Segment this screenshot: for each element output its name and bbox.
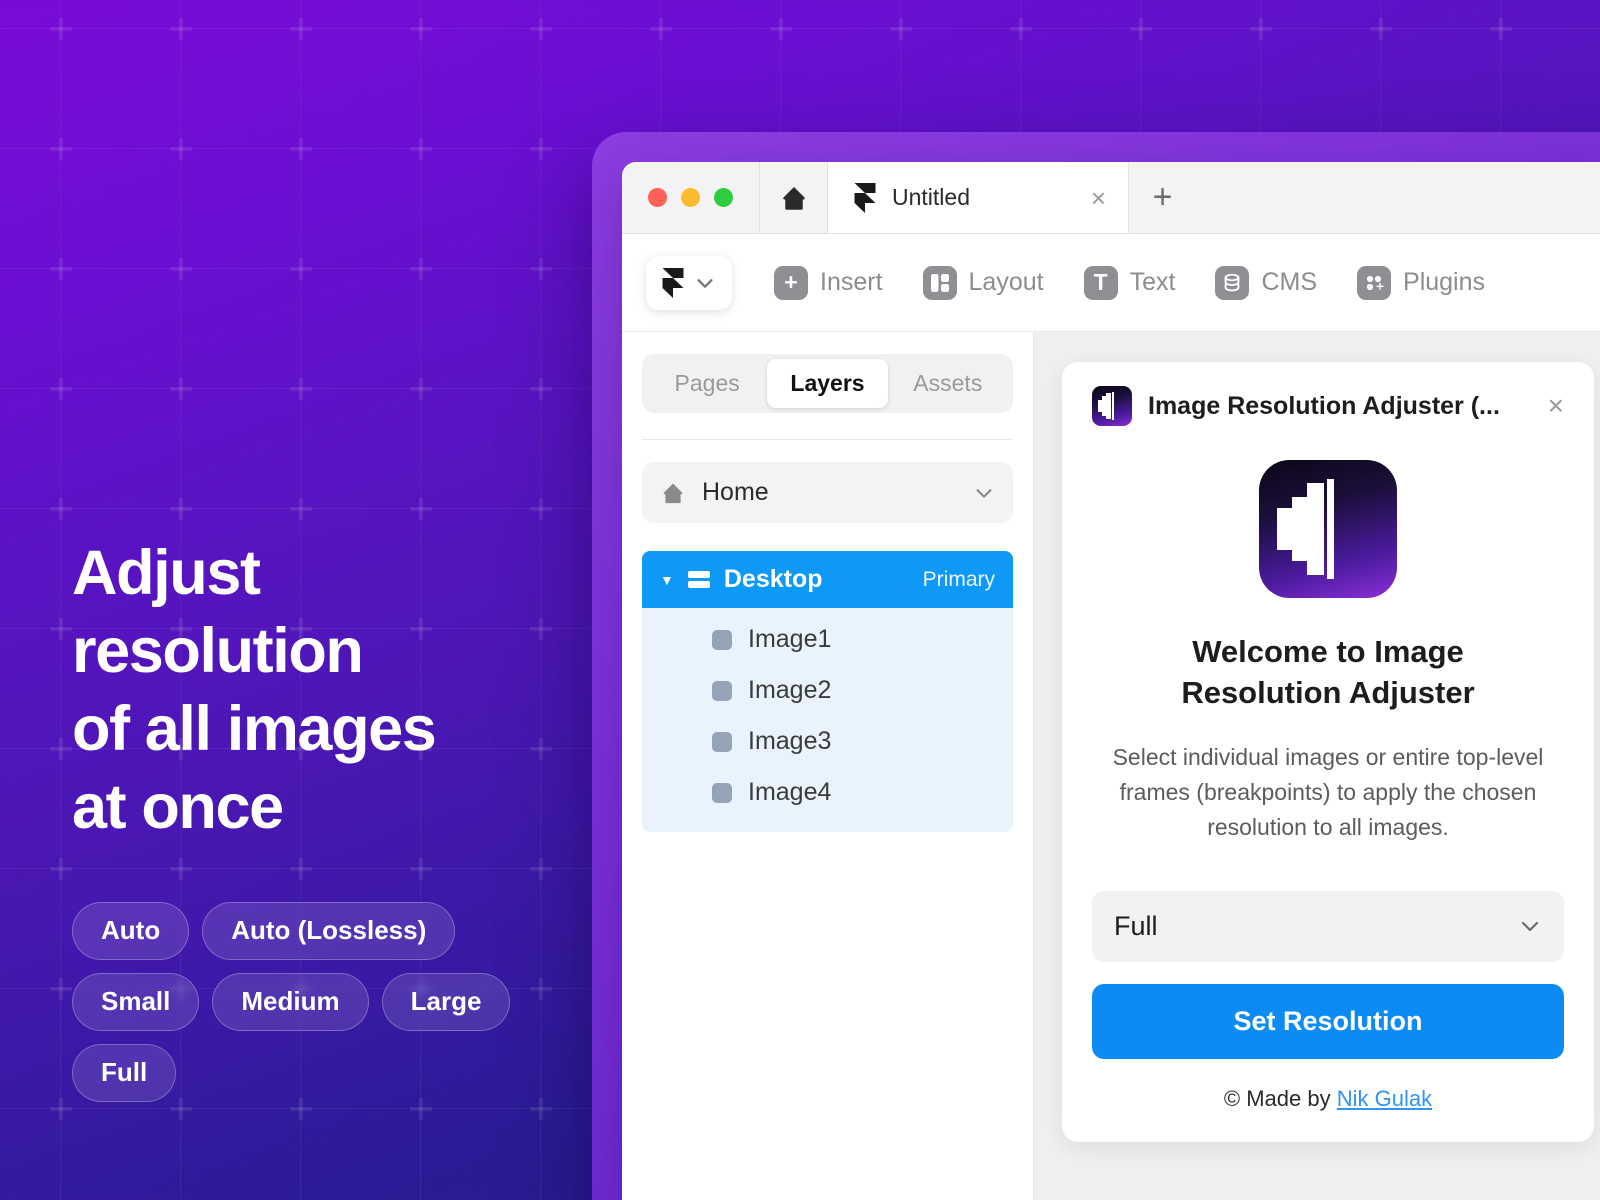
text-t-icon: T xyxy=(1083,265,1118,300)
layer-label: Image4 xyxy=(748,778,832,806)
panel-tabs: Pages Layers Assets xyxy=(642,354,1013,413)
titlebar: Untitled × + xyxy=(622,162,1600,234)
tool-text-label: Text xyxy=(1129,268,1176,296)
tab-assets[interactable]: Assets xyxy=(888,359,1008,408)
window-body: Pages Layers Assets Home ▼ Desktop Prima… xyxy=(622,332,1600,1200)
pill-medium[interactable]: Medium xyxy=(212,973,369,1032)
pill-large[interactable]: Large xyxy=(381,973,511,1032)
plus-icon: + xyxy=(1152,178,1173,216)
new-tab-button[interactable]: + xyxy=(1128,162,1196,233)
layer-row-image1[interactable]: Image1 xyxy=(642,614,1013,665)
tool-text[interactable]: T Text xyxy=(1068,258,1192,308)
home-icon xyxy=(779,183,809,213)
image-resolution-adjuster-logo xyxy=(1259,460,1397,598)
author-link[interactable]: Nik Gulak xyxy=(1337,1086,1432,1111)
plugin-panel: Image Resolution Adjuster (... × Welcome… xyxy=(1062,362,1594,1142)
layer-tree: ▼ Desktop Primary Image1 Image2 Image3 I… xyxy=(642,551,1013,832)
promo-column: Adjust resolution of all images at once … xyxy=(72,534,592,1103)
chevron-down-icon xyxy=(973,482,995,504)
plus-square-icon: + xyxy=(774,265,808,300)
set-resolution-button[interactable]: Set Resolution xyxy=(1092,983,1564,1059)
framer-logo-icon xyxy=(662,267,684,298)
layer-label: Image3 xyxy=(748,727,832,755)
sidebar-divider xyxy=(642,439,1013,440)
resolution-select[interactable]: Full xyxy=(1092,890,1564,962)
tool-cms-label: CMS xyxy=(1261,268,1318,296)
resolution-select-value: Full xyxy=(1114,910,1158,941)
layer-label-desktop: Desktop xyxy=(723,565,823,593)
browser-window: Untitled × + + Insert Layout T Text CMS … xyxy=(622,162,1600,1200)
footer-credit-prefix: © Made by xyxy=(1223,1086,1337,1111)
tab-untitled[interactable]: Untitled × xyxy=(828,162,1128,233)
toolbar: + Insert Layout T Text CMS Plugins xyxy=(622,234,1600,332)
plugin-title: Image Resolution Adjuster (... xyxy=(1148,391,1500,420)
plugin-welcome-title: Welcome to Image Resolution Adjuster xyxy=(1181,634,1475,710)
tool-layout-label: Layout xyxy=(968,268,1044,296)
child-layers: Image1 Image2 Image3 Image4 xyxy=(642,608,1013,832)
close-icon[interactable]: × xyxy=(1091,185,1106,211)
framer-logo-icon xyxy=(854,182,876,213)
caret-down-icon[interactable]: ▼ xyxy=(660,572,674,588)
breakpoint-icon xyxy=(687,570,710,589)
image-resolution-adjuster-icon xyxy=(1092,386,1132,426)
tool-plugins[interactable]: Plugins xyxy=(1341,258,1501,308)
zoom-window-button[interactable] xyxy=(714,188,733,207)
tool-cms[interactable]: CMS xyxy=(1199,258,1333,308)
pill-small[interactable]: Small xyxy=(72,973,200,1032)
layer-row-image4[interactable]: Image4 xyxy=(642,767,1013,818)
framer-menu-button[interactable] xyxy=(646,255,732,310)
page-title: Adjust resolution of all images at once xyxy=(72,538,437,843)
tool-insert[interactable]: + Insert xyxy=(758,258,899,308)
close-window-button[interactable] xyxy=(648,188,667,207)
tab-pages[interactable]: Pages xyxy=(647,359,767,408)
tabbar-empty-space xyxy=(1196,162,1600,233)
pill-auto-lossless[interactable]: Auto (Lossless) xyxy=(202,902,456,961)
close-icon[interactable]: × xyxy=(1548,392,1564,420)
layout-columns-icon xyxy=(922,265,957,300)
chevron-down-icon xyxy=(1518,914,1542,938)
pill-auto[interactable]: Auto xyxy=(72,902,190,961)
page-selector-home[interactable]: Home xyxy=(642,462,1013,523)
status-badge: Primary xyxy=(922,567,995,591)
layer-row-desktop[interactable]: ▼ Desktop Primary xyxy=(642,551,1013,608)
home-icon xyxy=(660,480,686,506)
sidebar: Pages Layers Assets Home ▼ Desktop Prima… xyxy=(622,332,1034,1200)
resolution-pill-group: Auto Auto (Lossless) Small Medium Large … xyxy=(72,902,542,1103)
traffic-lights xyxy=(622,162,760,233)
plugin-footer: © Made by Nik Gulak xyxy=(1092,1086,1564,1116)
plugin-header: Image Resolution Adjuster (... × xyxy=(1092,386,1564,426)
layer-row-image3[interactable]: Image3 xyxy=(642,716,1013,767)
plugins-grid-icon xyxy=(1357,265,1392,300)
layer-label: Image2 xyxy=(748,676,832,704)
chevron-down-icon xyxy=(694,272,716,294)
pill-full[interactable]: Full xyxy=(72,1044,177,1103)
canvas-area: Image Resolution Adjuster (... × Welcome… xyxy=(1034,332,1600,1200)
home-button[interactable] xyxy=(760,162,828,233)
database-icon xyxy=(1215,265,1250,300)
tab-layers[interactable]: Layers xyxy=(767,359,888,408)
image-layer-icon xyxy=(712,680,732,701)
layer-row-image2[interactable]: Image2 xyxy=(642,665,1013,716)
plugin-description: Select individual images or entire top-l… xyxy=(1112,743,1544,840)
page-selector-label: Home xyxy=(702,478,769,506)
tab-title: Untitled xyxy=(892,184,970,210)
image-layer-icon xyxy=(712,782,732,803)
minimize-window-button[interactable] xyxy=(681,188,700,207)
image-layer-icon xyxy=(712,731,732,752)
layer-label: Image1 xyxy=(748,625,832,653)
tool-insert-label: Insert xyxy=(820,268,883,296)
tool-layout[interactable]: Layout xyxy=(907,258,1060,308)
tool-plugins-label: Plugins xyxy=(1403,268,1486,296)
image-layer-icon xyxy=(712,629,732,650)
